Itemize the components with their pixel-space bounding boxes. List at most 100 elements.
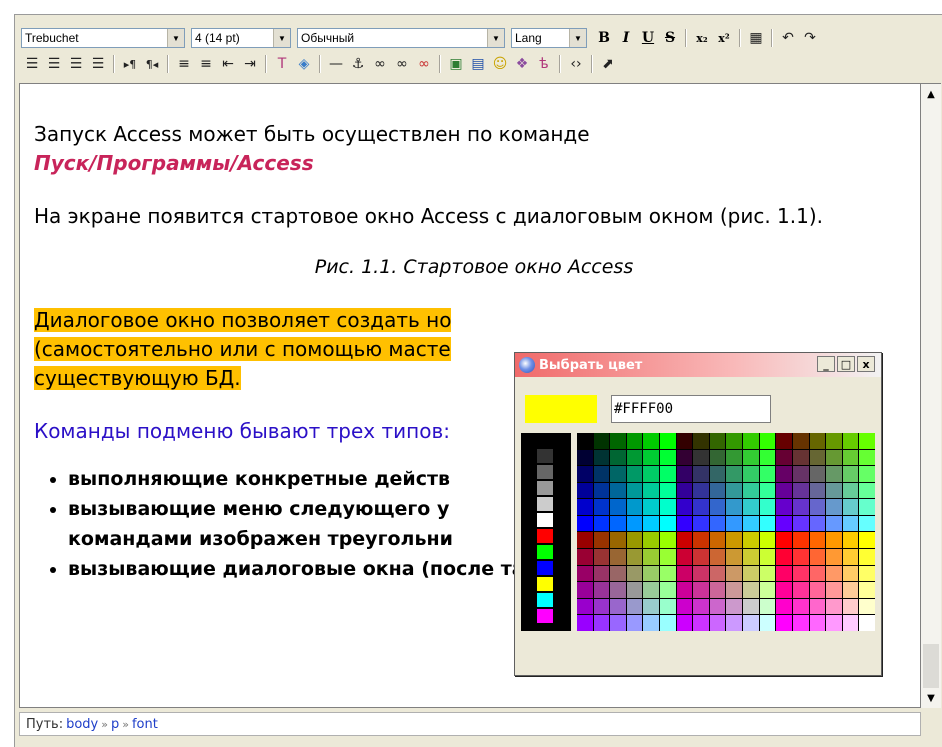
color-cell[interactable] — [859, 565, 875, 582]
color-cell[interactable] — [577, 565, 593, 582]
color-cell[interactable] — [726, 482, 743, 499]
align-justify-icon[interactable]: ☰ — [87, 53, 109, 75]
scroll-thumb[interactable] — [923, 644, 939, 688]
color-cell[interactable] — [676, 582, 693, 598]
background-color-icon[interactable]: ◈ — [293, 53, 315, 75]
color-cell[interactable] — [842, 433, 859, 449]
color-cell[interactable] — [792, 499, 809, 515]
color-cell[interactable] — [859, 433, 875, 449]
color-cell[interactable] — [842, 499, 859, 515]
color-cell[interactable] — [709, 466, 726, 482]
italic-button[interactable]: I — [615, 27, 637, 49]
color-cell[interactable] — [726, 582, 743, 598]
color-cell[interactable] — [743, 598, 759, 615]
insert-object-icon[interactable]: ❖ — [511, 53, 533, 75]
color-cell[interactable] — [826, 549, 842, 565]
color-cell[interactable] — [593, 515, 610, 532]
color-cell[interactable] — [842, 615, 859, 631]
color-cell[interactable] — [693, 598, 709, 615]
color-cell[interactable] — [726, 433, 743, 449]
color-cell[interactable] — [842, 449, 859, 466]
color-cell[interactable] — [626, 466, 643, 482]
color-cell[interactable] — [693, 515, 709, 532]
ltr-icon[interactable]: ▸¶ — [119, 53, 141, 75]
subscript-button[interactable]: x₂ — [691, 27, 713, 49]
color-cell[interactable] — [709, 449, 726, 466]
color-cell[interactable] — [759, 449, 776, 466]
color-cell[interactable] — [693, 482, 709, 499]
color-cell[interactable] — [660, 598, 676, 615]
color-cell[interactable] — [776, 565, 792, 582]
color-cell[interactable] — [537, 513, 553, 527]
color-cell[interactable] — [859, 499, 875, 515]
color-cell[interactable] — [743, 615, 759, 631]
color-cell[interactable] — [610, 615, 626, 631]
color-cell[interactable] — [809, 549, 826, 565]
color-cell[interactable] — [709, 433, 726, 449]
color-cell[interactable] — [809, 615, 826, 631]
color-cell[interactable] — [643, 466, 660, 482]
color-cell[interactable] — [626, 449, 643, 466]
color-cell[interactable] — [809, 466, 826, 482]
color-cell[interactable] — [693, 532, 709, 549]
color-cell[interactable] — [743, 565, 759, 582]
underline-button[interactable]: U — [637, 27, 659, 49]
color-cell[interactable] — [676, 449, 693, 466]
color-cell[interactable] — [859, 515, 875, 532]
outdent-icon[interactable]: ⇤ — [217, 53, 239, 75]
color-cell[interactable] — [792, 582, 809, 598]
color-cell[interactable] — [809, 532, 826, 549]
scroll-up-icon[interactable]: ▲ — [921, 84, 941, 104]
color-cell[interactable] — [643, 565, 660, 582]
color-cell[interactable] — [826, 582, 842, 598]
anchor-icon[interactable]: ⚓ — [347, 53, 369, 75]
color-cell[interactable] — [593, 615, 610, 631]
color-cell[interactable] — [626, 598, 643, 615]
paste-word-icon[interactable]: ▦ — [745, 27, 767, 49]
color-cell[interactable] — [826, 482, 842, 499]
color-cell[interactable] — [792, 466, 809, 482]
color-cell[interactable] — [660, 433, 676, 449]
color-cell[interactable] — [709, 549, 726, 565]
table-icon[interactable]: ▤ — [467, 53, 489, 75]
color-cell[interactable] — [676, 565, 693, 582]
color-cell[interactable] — [676, 499, 693, 515]
color-cell[interactable] — [726, 449, 743, 466]
color-cell[interactable] — [792, 449, 809, 466]
color-cell[interactable] — [826, 499, 842, 515]
color-cell[interactable] — [626, 433, 643, 449]
color-cell[interactable] — [709, 515, 726, 532]
redo-icon[interactable]: ↷ — [799, 27, 821, 49]
color-cell[interactable] — [759, 466, 776, 482]
font-size-select[interactable]: 4 (14 pt) ▼ — [191, 28, 291, 48]
color-cell[interactable] — [792, 549, 809, 565]
color-cell[interactable] — [593, 499, 610, 515]
color-cell[interactable] — [643, 615, 660, 631]
color-cell[interactable] — [859, 482, 875, 499]
unordered-list-icon[interactable]: ≡ — [195, 53, 217, 75]
color-cell[interactable] — [693, 615, 709, 631]
color-cell[interactable] — [610, 515, 626, 532]
color-cell[interactable] — [626, 482, 643, 499]
color-cell[interactable] — [776, 549, 792, 565]
color-cell[interactable] — [660, 582, 676, 598]
color-cell[interactable] — [626, 515, 643, 532]
color-cell[interactable] — [537, 529, 553, 543]
color-cell[interactable] — [693, 433, 709, 449]
color-cell[interactable] — [676, 482, 693, 499]
nolink-icon[interactable]: ∞ — [413, 53, 435, 75]
strikethrough-button[interactable]: S — [659, 27, 681, 49]
horizontal-rule-icon[interactable]: — — [325, 53, 347, 75]
color-cell[interactable] — [743, 466, 759, 482]
align-right-icon[interactable]: ☰ — [65, 53, 87, 75]
color-cell[interactable] — [537, 465, 553, 479]
color-cell[interactable] — [776, 598, 792, 615]
color-cell[interactable] — [842, 482, 859, 499]
bold-button[interactable]: B — [593, 27, 615, 49]
color-cell[interactable] — [776, 515, 792, 532]
color-cell[interactable] — [676, 515, 693, 532]
color-cell[interactable] — [726, 466, 743, 482]
color-cell[interactable] — [610, 482, 626, 499]
color-cell[interactable] — [676, 598, 693, 615]
color-cell[interactable] — [809, 449, 826, 466]
